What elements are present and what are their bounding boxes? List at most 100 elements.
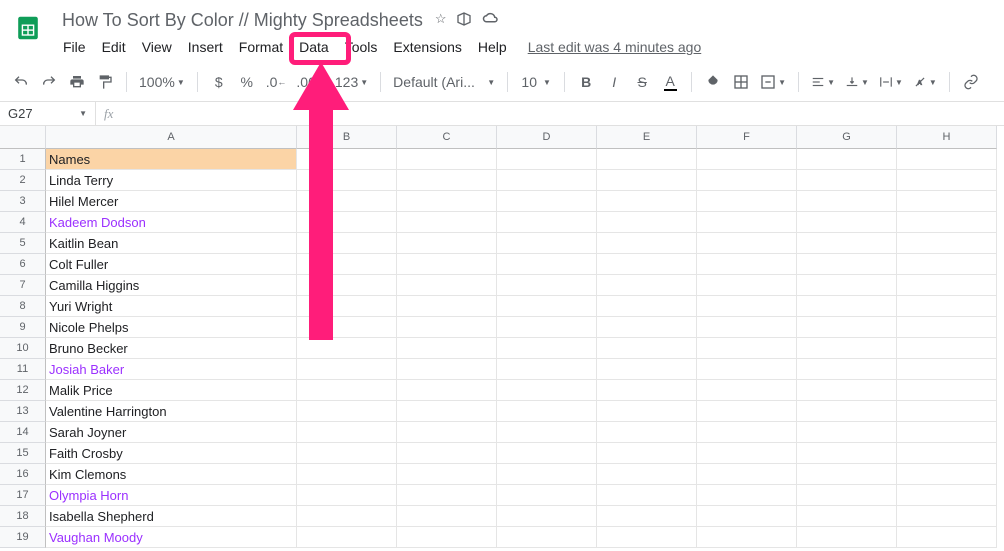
cell[interactable]: [897, 254, 997, 275]
column-header-G[interactable]: G: [797, 126, 897, 149]
row-header[interactable]: 17: [0, 485, 46, 506]
sheets-logo-icon[interactable]: [8, 8, 48, 48]
cell[interactable]: [297, 233, 397, 254]
cell[interactable]: [797, 485, 897, 506]
row-header[interactable]: 5: [0, 233, 46, 254]
cell[interactable]: [597, 359, 697, 380]
cell[interactable]: [397, 443, 497, 464]
cell[interactable]: [597, 275, 697, 296]
cell[interactable]: [597, 254, 697, 275]
cell[interactable]: [897, 170, 997, 191]
cell[interactable]: [697, 401, 797, 422]
bold-button[interactable]: B: [573, 69, 599, 95]
row-header[interactable]: 13: [0, 401, 46, 422]
cell[interactable]: [397, 149, 497, 170]
cell[interactable]: [697, 464, 797, 485]
cell[interactable]: [597, 317, 697, 338]
menu-tools[interactable]: Tools: [338, 35, 385, 59]
cell[interactable]: [597, 401, 697, 422]
menu-help[interactable]: Help: [471, 35, 514, 59]
cell[interactable]: [797, 506, 897, 527]
cell[interactable]: Yuri Wright: [46, 296, 297, 317]
cell[interactable]: [797, 212, 897, 233]
cell[interactable]: [297, 212, 397, 233]
currency-button[interactable]: $: [206, 69, 232, 95]
cell[interactable]: [597, 212, 697, 233]
cell[interactable]: [897, 149, 997, 170]
cell[interactable]: [397, 464, 497, 485]
cell[interactable]: [897, 380, 997, 401]
cell[interactable]: [697, 506, 797, 527]
row-header[interactable]: 16: [0, 464, 46, 485]
row-header[interactable]: 1: [0, 149, 46, 170]
formula-input[interactable]: [121, 102, 1004, 125]
cell[interactable]: [797, 422, 897, 443]
cell[interactable]: [297, 422, 397, 443]
cell[interactable]: [797, 380, 897, 401]
cell[interactable]: [397, 506, 497, 527]
cell[interactable]: [897, 485, 997, 506]
row-header[interactable]: 3: [0, 191, 46, 212]
cell[interactable]: [497, 506, 597, 527]
cell[interactable]: [497, 149, 597, 170]
column-header-F[interactable]: F: [697, 126, 797, 149]
name-box[interactable]: G27▼: [0, 102, 96, 125]
cell[interactable]: [497, 401, 597, 422]
cell[interactable]: [497, 338, 597, 359]
cell[interactable]: [497, 422, 597, 443]
cell[interactable]: [297, 380, 397, 401]
cell[interactable]: [797, 359, 897, 380]
horizontal-align-button[interactable]: ▼: [807, 69, 839, 95]
cell[interactable]: Bruno Becker: [46, 338, 297, 359]
menu-insert[interactable]: Insert: [181, 35, 230, 59]
row-header[interactable]: 2: [0, 170, 46, 191]
cell[interactable]: [597, 443, 697, 464]
cell[interactable]: Malik Price: [46, 380, 297, 401]
text-wrap-button[interactable]: ▼: [875, 69, 907, 95]
borders-button[interactable]: [728, 69, 754, 95]
cell[interactable]: [597, 338, 697, 359]
cell[interactable]: Vaughan Moody: [46, 527, 297, 548]
cell[interactable]: Kadeem Dodson: [46, 212, 297, 233]
cell[interactable]: [397, 527, 497, 548]
row-header[interactable]: 4: [0, 212, 46, 233]
move-icon[interactable]: [456, 11, 472, 30]
cell[interactable]: Isabella Shepherd: [46, 506, 297, 527]
font-dropdown[interactable]: Default (Ari...▼: [389, 69, 499, 95]
print-button[interactable]: [64, 69, 90, 95]
cell[interactable]: Camilla Higgins: [46, 275, 297, 296]
cell[interactable]: Nicole Phelps: [46, 317, 297, 338]
menu-view[interactable]: View: [135, 35, 179, 59]
cell[interactable]: [497, 464, 597, 485]
cell[interactable]: [897, 443, 997, 464]
row-header[interactable]: 10: [0, 338, 46, 359]
cell[interactable]: [397, 191, 497, 212]
cell[interactable]: [497, 485, 597, 506]
column-header-B[interactable]: B: [297, 126, 397, 149]
cell[interactable]: [397, 212, 497, 233]
column-header-H[interactable]: H: [897, 126, 997, 149]
cell[interactable]: [697, 212, 797, 233]
row-header[interactable]: 9: [0, 317, 46, 338]
cell[interactable]: [597, 527, 697, 548]
column-header-C[interactable]: C: [397, 126, 497, 149]
column-header-D[interactable]: D: [497, 126, 597, 149]
cell[interactable]: [797, 275, 897, 296]
cell[interactable]: [397, 338, 497, 359]
cell[interactable]: [897, 191, 997, 212]
cell[interactable]: [897, 275, 997, 296]
cell[interactable]: Sarah Joyner: [46, 422, 297, 443]
cell[interactable]: [297, 359, 397, 380]
cell[interactable]: [697, 296, 797, 317]
cell[interactable]: [697, 233, 797, 254]
cell[interactable]: [297, 338, 397, 359]
cell[interactable]: [497, 380, 597, 401]
redo-button[interactable]: [36, 69, 62, 95]
cell[interactable]: [497, 317, 597, 338]
cell[interactable]: [297, 191, 397, 212]
cell[interactable]: [897, 338, 997, 359]
cell[interactable]: [297, 296, 397, 317]
cell[interactable]: [497, 191, 597, 212]
increase-decimal-button[interactable]: .00→: [292, 69, 328, 95]
cell[interactable]: [297, 275, 397, 296]
